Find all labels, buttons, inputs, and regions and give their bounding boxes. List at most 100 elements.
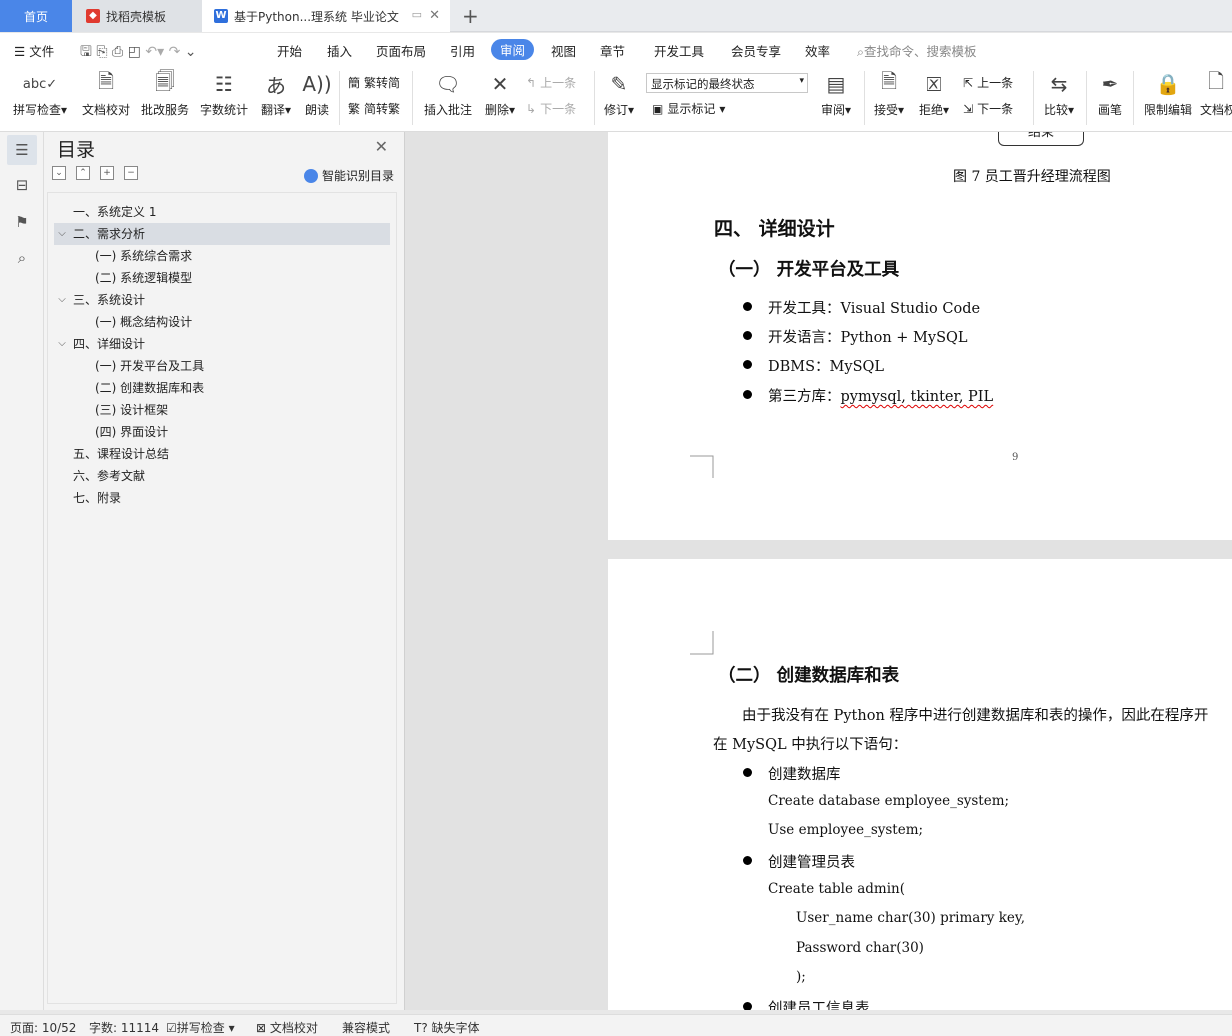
quick-access-toolbar[interactable]: 🖫 ⎘ ⎙ ◰ ↶▾ ↷ ⌄	[80, 41, 197, 65]
menu-member[interactable]: 会员专享	[731, 41, 781, 60]
menu-insert[interactable]: 插入	[327, 41, 352, 60]
toc-item[interactable]: (一) 系统综合需求	[54, 245, 390, 267]
status-spell-check[interactable]: ☑拼写检查 ▾	[166, 1019, 235, 1036]
menu-section[interactable]: 章节	[600, 41, 625, 60]
chevron-down-icon[interactable]: ⌵	[56, 289, 68, 311]
subsection-heading: （一） 开发平台及工具	[718, 260, 900, 280]
tab-template[interactable]: ◆ 找稻壳模板	[72, 0, 202, 32]
collapse-icon[interactable]: ⌃	[76, 166, 90, 180]
toc-item[interactable]: (四) 界面设计	[54, 421, 390, 443]
chevron-down-icon[interactable]: ⌵	[56, 223, 68, 245]
toc-item[interactable]: (二) 创建数据库和表	[54, 377, 390, 399]
more-icon[interactable]: ⌄	[185, 44, 197, 60]
markup-state-select[interactable]: 显示标记的最终状态 ▾	[646, 73, 808, 93]
toc-item[interactable]: 五、课程设计总结	[54, 443, 390, 465]
compare-button[interactable]: ⇆ 比较▾	[1040, 69, 1078, 118]
smart-toc-button[interactable]: 智能识别目录	[303, 167, 394, 184]
read-aloud-button[interactable]: A)) 朗读	[302, 69, 332, 118]
annotate-service-button[interactable]: 🗐 批改服务	[140, 69, 190, 118]
show-markup-button[interactable]: ▣ 显示标记 ▾	[652, 100, 725, 117]
undo-icon[interactable]: ↶▾	[145, 44, 164, 60]
command-search[interactable]: ⌕查找命令、搜索模板	[857, 41, 977, 60]
save-icon[interactable]: 🖫	[80, 44, 92, 60]
restrict-editing-button[interactable]: 🔒 限制编辑	[1142, 69, 1194, 118]
track-changes-button[interactable]: ✎ 修订▾	[601, 69, 637, 118]
toc-item-label: (一) 系统综合需求	[95, 249, 193, 263]
menu-review[interactable]: 审阅	[491, 39, 535, 60]
pen-button[interactable]: ✒ 画笔	[1094, 69, 1126, 118]
preview-icon[interactable]: ◰	[128, 44, 141, 60]
doc-rights-button[interactable]: 🗋 文档权	[1200, 69, 1232, 118]
next-comment-button[interactable]: ↳ 下一条	[526, 100, 576, 117]
page-indicator[interactable]: 页面: 10/52	[10, 1019, 76, 1036]
delete-comment-button[interactable]: ✕ 删除▾	[482, 69, 518, 118]
menu-references[interactable]: 引用	[450, 41, 475, 60]
add-heading-icon[interactable]: +	[100, 166, 114, 180]
toc-panel-icon[interactable]: ☰	[7, 135, 37, 165]
bullet	[743, 1002, 752, 1010]
document-canvas[interactable]: 结束 图 7 员工晋升经理流程图 四、 详细设计 （一） 开发平台及工具 开发工…	[405, 132, 1232, 1010]
simp-to-trad-button[interactable]: 繁简转繁	[348, 100, 400, 117]
status-proofread[interactable]: ⊠ 文档校对	[256, 1019, 318, 1036]
trad-to-simp-label: 繁转简	[364, 76, 401, 90]
chapter-nav-icon[interactable]: ⊟	[11, 174, 33, 196]
toc-item[interactable]: 六、参考文献	[54, 465, 390, 487]
trad-to-simp-button[interactable]: 簡繁转简	[348, 74, 400, 91]
print-icon[interactable]: ⎙	[112, 44, 123, 60]
search-panel-icon[interactable]: ⌕	[11, 247, 33, 269]
review-pane-button[interactable]: ▤ 审阅▾	[816, 69, 856, 118]
monitor-icon[interactable]: ▭	[412, 8, 422, 21]
next-change-button[interactable]: ⇲ 下一条	[963, 100, 1013, 117]
missing-font-icon: T?	[414, 1021, 428, 1035]
toc-item[interactable]: (一) 开发平台及工具	[54, 355, 390, 377]
toc-item[interactable]: ⌵ 四、详细设计	[54, 333, 390, 355]
new-tab-button[interactable]: +	[462, 4, 479, 28]
bookmark-icon[interactable]: ⚑	[11, 211, 33, 233]
menu-efficiency[interactable]: 效率	[805, 41, 830, 60]
spell-check-button[interactable]: abc✓ 拼写检查▾	[10, 69, 70, 118]
toc-item[interactable]: (二) 系统逻辑模型	[54, 267, 390, 289]
accept-button[interactable]: 🗎 接受▾	[870, 69, 908, 118]
menu-start[interactable]: 开始	[277, 41, 302, 60]
translate-button[interactable]: あ翻译▾	[258, 69, 294, 118]
tab-home[interactable]: 首页	[0, 0, 72, 32]
word-count-indicator[interactable]: 字数: 11114	[89, 1019, 159, 1036]
prev-comment-button[interactable]: ↰ 上一条	[526, 74, 576, 91]
menu-developer[interactable]: 开发工具	[654, 41, 704, 60]
remove-heading-icon[interactable]: −	[124, 166, 138, 180]
chevron-down-icon[interactable]: ⌵	[56, 333, 68, 355]
toc-item[interactable]: 七、附录	[54, 487, 390, 509]
prev-change-button[interactable]: ⇱ 上一条	[963, 74, 1013, 91]
hamburger-icon: ☰	[14, 44, 30, 59]
file-menu[interactable]: ☰ 文件	[14, 41, 54, 60]
toc-item[interactable]: (三) 设计框架	[54, 399, 390, 421]
divider	[594, 71, 595, 125]
word-count-button[interactable]: ☷ 字数统计	[199, 69, 249, 118]
proofread-button[interactable]: 🗎 文档校对	[80, 69, 132, 118]
next-change-icon: ⇲	[963, 101, 974, 116]
export-icon[interactable]: ⎘	[96, 44, 107, 60]
code-line: Create database employee_system;	[768, 793, 1010, 809]
reject-button[interactable]: 🗵 拒绝▾	[915, 69, 953, 118]
bullet	[743, 856, 752, 865]
close-tab-icon[interactable]: ✕	[429, 8, 440, 23]
expand-icon[interactable]: ⌄	[52, 166, 66, 180]
close-icon[interactable]: ✕	[375, 137, 388, 156]
spell-check-label: 拼写检查	[12, 103, 61, 117]
missing-font[interactable]: T? 缺失字体	[414, 1019, 480, 1036]
toc-item[interactable]: ⌵ 三、系统设计	[54, 289, 390, 311]
menu-view[interactable]: 视图	[551, 41, 576, 60]
prev-change-label: 上一条	[977, 76, 1014, 90]
figure-caption: 图 7 员工晋升经理流程图	[953, 169, 1111, 185]
pen-label: 画笔	[1097, 103, 1122, 117]
toc-item[interactable]: (一) 概念结构设计	[54, 311, 390, 333]
list-item: 创建管理员表	[768, 855, 855, 871]
toc-item[interactable]: ⌵ 二、需求分析	[54, 223, 390, 245]
toc-item[interactable]: 一、系统定义 1	[54, 201, 390, 223]
redo-icon[interactable]: ↷	[169, 44, 181, 60]
menu-layout[interactable]: 页面布局	[376, 41, 426, 60]
insert-comment-button[interactable]: 🗨 插入批注	[422, 69, 474, 118]
tab-document[interactable]: W 基于Python...理系统 毕业论文 ▭ ✕	[202, 0, 450, 32]
code-line: Use employee_system;	[768, 822, 924, 838]
bullet	[743, 360, 752, 369]
